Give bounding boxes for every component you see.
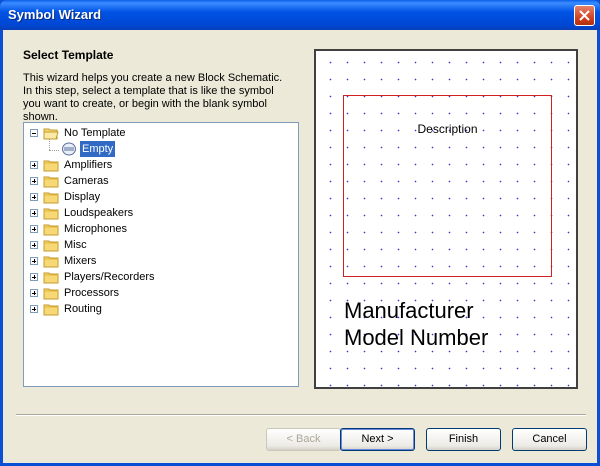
symbol-wizard-window: Symbol Wizard Select Template This wizar… [0, 0, 600, 466]
expand-icon[interactable] [30, 273, 38, 281]
wizard-client-area: Select Template This wizard helps you cr… [3, 30, 597, 463]
expand-icon[interactable] [30, 305, 38, 313]
symbol-description: Description [417, 122, 478, 136]
tree-node-folder[interactable]: Mixers [24, 253, 294, 269]
close-button[interactable] [574, 5, 595, 26]
tree-node-folder[interactable]: Microphones [24, 221, 294, 237]
tree-node-no-template[interactable]: No Template [24, 125, 294, 141]
symbol-body: Description [343, 95, 552, 277]
tree-node-folder[interactable]: Cameras [24, 173, 294, 189]
tree-node-label: Display [64, 191, 101, 203]
tree-node-folder[interactable]: Display [24, 189, 294, 205]
tree-node-folder[interactable]: Loudspeakers [24, 205, 294, 221]
expand-icon[interactable] [30, 193, 38, 201]
back-button[interactable]: < Back [266, 428, 341, 451]
page-heading: Select Template [23, 48, 114, 62]
tree-node-label: Processors [64, 287, 120, 299]
folder-icon [43, 256, 59, 268]
folder-icon [43, 288, 59, 300]
tree-node-folder[interactable]: Processors [24, 285, 294, 301]
folder-icon [43, 192, 59, 204]
folder-icon [43, 176, 59, 188]
folder-icon [43, 304, 59, 316]
tree-node-label: No Template [64, 127, 126, 139]
button-divider [16, 414, 586, 416]
expand-icon[interactable] [30, 177, 38, 185]
folder-icon [43, 208, 59, 220]
collapse-icon[interactable] [30, 129, 38, 137]
tree-node-label: Routing [64, 303, 102, 315]
cancel-button[interactable]: Cancel [512, 428, 587, 451]
tree-node-label: Cameras [64, 175, 109, 187]
title-bar[interactable]: Symbol Wizard [0, 0, 600, 30]
symbol-preview: Description Manufacturer Model Number [314, 49, 578, 389]
tree-node-label: Mixers [64, 255, 97, 267]
expand-icon[interactable] [30, 241, 38, 249]
folder-icon [43, 160, 59, 172]
tree-node-label: Players/Recorders [64, 271, 155, 283]
tree-node-folder[interactable]: Players/Recorders [24, 269, 294, 285]
tree-node-label: Misc [64, 239, 87, 251]
blank-symbol-icon [62, 142, 76, 156]
folder-icon [43, 240, 59, 252]
tree-node-empty[interactable]: Empty [24, 141, 294, 157]
tree-node-label: Amplifiers [64, 159, 113, 171]
tree-node-folder[interactable]: Amplifiers [24, 157, 294, 173]
tree-node-label: Loudspeakers [64, 207, 134, 219]
finish-button[interactable]: Finish [426, 428, 501, 451]
expand-icon[interactable] [30, 289, 38, 297]
expand-icon[interactable] [30, 161, 38, 169]
page-description: This wizard helps you create a new Block… [23, 72, 283, 123]
symbol-model-number: Model Number [344, 325, 489, 350]
expand-icon[interactable] [30, 257, 38, 265]
tree-node-folder[interactable]: Routing [24, 301, 294, 317]
folder-icon [43, 224, 59, 236]
tree-node-label: Empty [80, 141, 116, 157]
next-button[interactable]: Next > [340, 428, 415, 451]
template-tree[interactable]: No Template Empty Amplifiers Cameras Displ… [23, 122, 299, 387]
tree-node-label: Microphones [64, 223, 127, 235]
folder-open-icon [43, 128, 59, 140]
folder-icon [43, 272, 59, 284]
tree-node-folder[interactable]: Misc [24, 237, 294, 253]
symbol-manufacturer: Manufacturer [344, 298, 474, 323]
close-icon [579, 10, 590, 21]
symbol-manufacturer-model: Manufacturer Model Number [344, 297, 488, 351]
expand-icon[interactable] [30, 225, 38, 233]
window-title: Symbol Wizard [8, 7, 102, 22]
expand-icon[interactable] [30, 209, 38, 217]
